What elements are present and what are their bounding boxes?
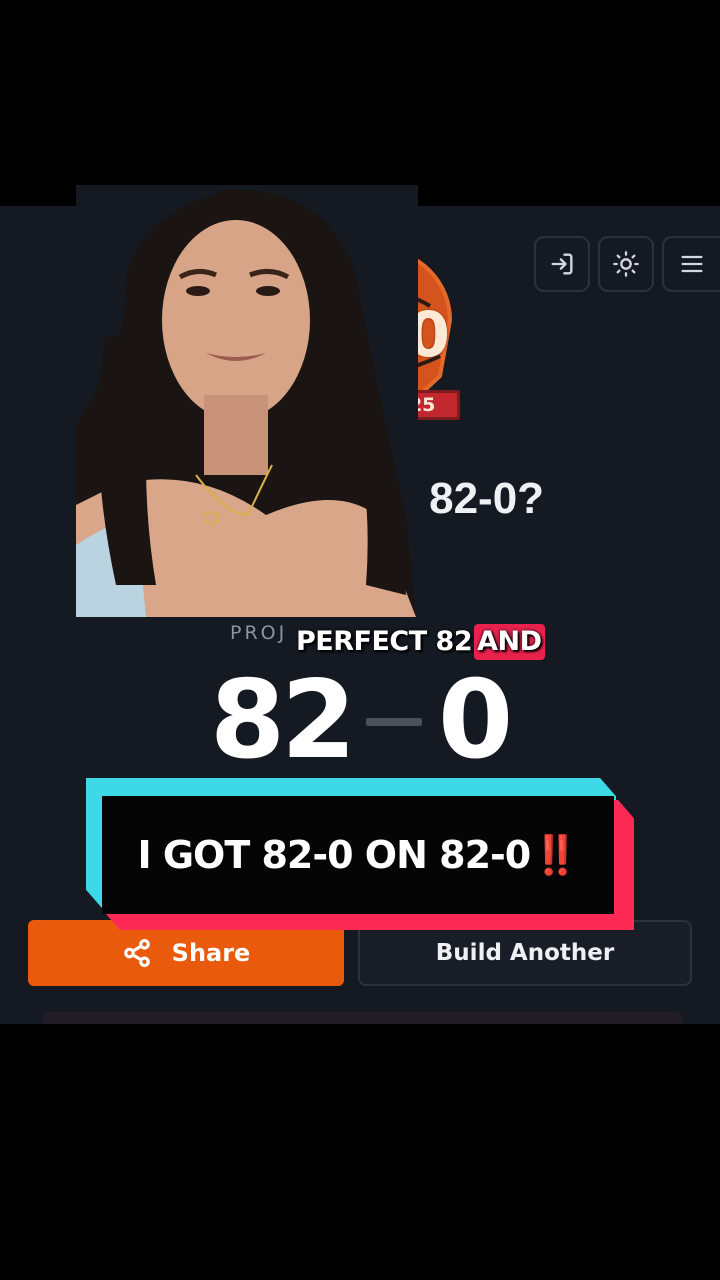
subtitle-highlight: AND — [474, 624, 545, 660]
main-caption: I GOT 82-0 ON 82-0 ‼️ — [86, 778, 634, 930]
share-label: Share — [171, 939, 251, 967]
record-separator — [366, 718, 422, 726]
record-display: 82 0 — [210, 666, 530, 776]
record-wins: 82 — [210, 658, 356, 783]
login-button[interactable] — [534, 236, 590, 292]
record-label: PROJ — [230, 622, 288, 644]
login-arrow-icon — [551, 253, 573, 275]
subtitle-caption: PERFECT 82 AND — [296, 622, 545, 662]
record-losses: 0 — [438, 658, 513, 783]
double-exclamation-icon: ‼️ — [532, 832, 579, 877]
hamburger-menu-icon — [681, 255, 703, 273]
bottom-card-edge — [42, 1012, 682, 1024]
subtitle-text: PERFECT 82 — [296, 626, 473, 657]
share-icon — [123, 938, 150, 968]
sun-icon — [613, 251, 639, 277]
person-image — [76, 185, 418, 617]
caption-text-box: I GOT 82-0 ON 82-0 ‼️ — [102, 796, 614, 914]
theme-toggle-button[interactable] — [598, 236, 654, 292]
creator-video-overlay — [76, 185, 418, 617]
menu-button[interactable] — [662, 236, 720, 292]
caption-text: I GOT 82-0 ON 82-0 — [137, 833, 531, 877]
